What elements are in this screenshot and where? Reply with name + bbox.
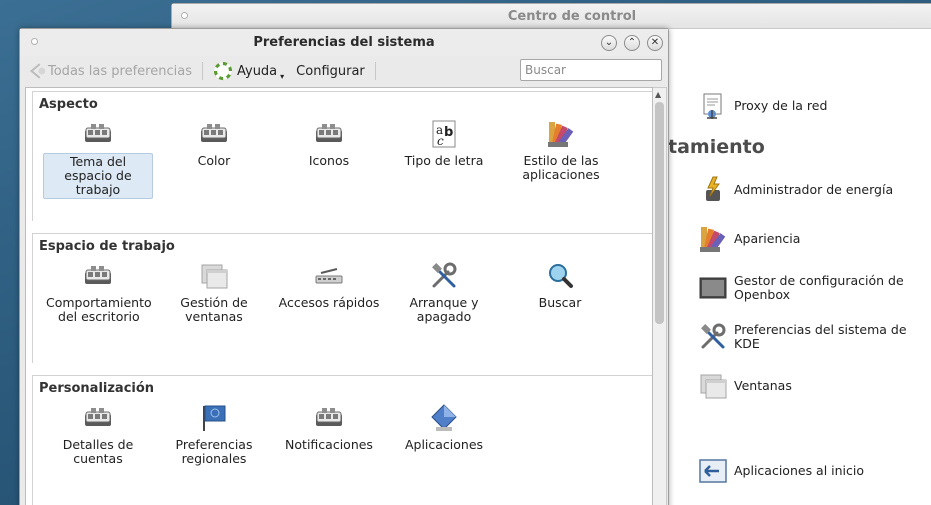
font-icon — [428, 118, 460, 150]
section-title: Espacio de trabajo — [39, 239, 175, 254]
icons-icon — [313, 118, 345, 150]
cc-item-label: Preferencias del sistema de KDE — [734, 322, 907, 351]
section-personalization: Personalización Detalles de cuentas Pref… — [32, 375, 652, 505]
cc-item-kde-prefs[interactable]: Preferencias del sistema de KDE — [697, 321, 914, 353]
notifications-icon — [313, 402, 345, 434]
startup-apps-icon — [697, 455, 729, 487]
vertical-scrollbar[interactable]: ▲ — [653, 87, 667, 505]
pref-font[interactable]: Tipo de letra — [389, 118, 499, 169]
pref-applications[interactable]: Aplicaciones — [389, 402, 499, 453]
desktop-behavior-icon — [82, 260, 114, 292]
pref-account-details[interactable]: Detalles de cuentas — [43, 402, 153, 467]
cc-item-power-manager[interactable]: Administrador de energía — [697, 174, 914, 206]
color-icon — [198, 118, 230, 150]
preferences-panel: Aspecto Tema del espacio de trabajo Colo… — [25, 87, 653, 505]
section-workspace: Espacio de trabajo Comportamiento del es… — [32, 233, 652, 363]
pref-app-style[interactable]: Estilo de las aplicaciones — [506, 118, 616, 183]
toolbar: Todas las preferencias Ayuda ▾ Configura… — [20, 56, 668, 86]
pref-shortcuts[interactable]: Accesos rápidos — [274, 260, 384, 311]
control-center-title: Centro de control — [507, 9, 637, 24]
all-preferences-button[interactable]: Todas las preferencias — [20, 59, 198, 83]
workspace-theme-icon — [82, 118, 114, 150]
toolbar-separator — [374, 62, 376, 80]
system-preferences-titlebar[interactable]: Preferencias del sistema ⌄ ⌃ ✕ — [20, 29, 668, 56]
cc-item-label: Proxy de la red — [734, 98, 828, 113]
pref-label: Arranque y apagado — [409, 295, 479, 324]
app-style-icon — [545, 118, 577, 150]
configure-button[interactable]: Configurar — [290, 59, 371, 83]
pref-label: Tema del espacio de trabajo — [43, 153, 153, 199]
pref-desktop-behavior[interactable]: Comportamiento del escritorio — [43, 260, 153, 325]
pref-color[interactable]: Color — [159, 118, 269, 169]
system-preferences-window: Preferencias del sistema ⌄ ⌃ ✕ Todas las… — [19, 28, 669, 505]
windows-icon — [697, 370, 729, 402]
back-arrow-icon — [26, 60, 48, 82]
pref-label: Gestión de ventanas — [180, 295, 248, 324]
window-title: Preferencias del sistema — [253, 35, 435, 50]
cc-item-label: Apariencia — [734, 231, 801, 246]
cc-item-label: Administrador de energía — [734, 182, 894, 197]
pref-label: Aplicaciones — [404, 437, 484, 452]
pref-search[interactable]: Buscar — [505, 260, 615, 311]
help-label: Ayuda — [236, 63, 278, 79]
pref-regional[interactable]: Preferencias regionales — [159, 402, 269, 467]
pref-startup-shutdown[interactable]: Arranque y apagado — [389, 260, 499, 325]
section-title: Aspecto — [39, 97, 98, 112]
pref-workspace-theme[interactable]: Tema del espacio de trabajo — [43, 118, 153, 199]
pref-label: Tipo de letra — [404, 153, 484, 168]
search-input[interactable] — [520, 59, 662, 81]
dropdown-arrow-icon: ▾ — [280, 71, 285, 81]
kde-tools-icon — [697, 321, 729, 353]
pref-label: Color — [197, 153, 231, 168]
pref-label: Notificaciones — [285, 437, 373, 452]
pref-notifications[interactable]: Notificaciones — [274, 402, 384, 453]
section-appearance: Aspecto Tema del espacio de trabajo Colo… — [32, 91, 652, 221]
maximize-button[interactable]: ⌃ — [624, 35, 640, 51]
network-proxy-icon — [697, 90, 729, 122]
pref-label: Comportamiento del escritorio — [46, 295, 152, 324]
window-management-icon — [198, 260, 230, 292]
search-icon — [544, 260, 576, 292]
help-lifebuoy-icon — [213, 61, 233, 81]
regional-prefs-icon — [198, 402, 230, 434]
cc-item-appearance[interactable]: Apariencia — [697, 223, 914, 255]
pref-label: Detalles de cuentas — [62, 437, 134, 466]
pref-label: Preferencias regionales — [175, 437, 253, 466]
appearance-icon — [697, 223, 729, 255]
toolbar-separator — [201, 62, 203, 80]
shortcuts-icon — [313, 260, 345, 292]
help-button[interactable]: Ayuda ▾ — [207, 59, 290, 83]
scrollbar-thumb[interactable] — [655, 102, 664, 324]
cc-item-windows[interactable]: Ventanas — [697, 370, 914, 402]
account-details-icon — [82, 402, 114, 434]
close-button[interactable]: ✕ — [647, 35, 663, 51]
pref-label: Buscar — [538, 295, 582, 310]
pref-label: Estilo de las aplicaciones — [522, 153, 600, 182]
pref-window-management[interactable]: Gestión de ventanas — [159, 260, 269, 325]
category-heading: tamiento — [668, 136, 765, 158]
control-center-titlebar[interactable]: Centro de control — [172, 4, 931, 29]
pref-label: Accesos rápidos — [278, 295, 380, 310]
startup-shutdown-icon — [428, 260, 460, 292]
configure-label: Configurar — [296, 63, 365, 79]
applications-icon — [428, 402, 460, 434]
cc-item-label: Aplicaciones al inicio — [734, 463, 865, 478]
minimize-button[interactable]: ⌄ — [601, 35, 617, 51]
cc-item-label: Ventanas — [734, 378, 792, 393]
section-title: Personalización — [39, 381, 155, 396]
cc-item-label: Gestor de configuración de Openbox — [734, 273, 904, 302]
cc-item-openbox[interactable]: Gestor de configuración de Openbox — [697, 272, 914, 304]
openbox-config-icon — [697, 272, 729, 304]
all-preferences-label: Todas las preferencias — [48, 63, 192, 79]
pref-icons[interactable]: Iconos — [274, 118, 384, 169]
cc-item-network-proxy[interactable]: Proxy de la red — [697, 90, 914, 122]
power-manager-icon — [697, 174, 729, 206]
scroll-up-icon[interactable]: ▲ — [655, 90, 661, 99]
cc-item-startup-apps[interactable]: Aplicaciones al inicio — [697, 455, 914, 487]
pref-label: Iconos — [308, 153, 350, 168]
